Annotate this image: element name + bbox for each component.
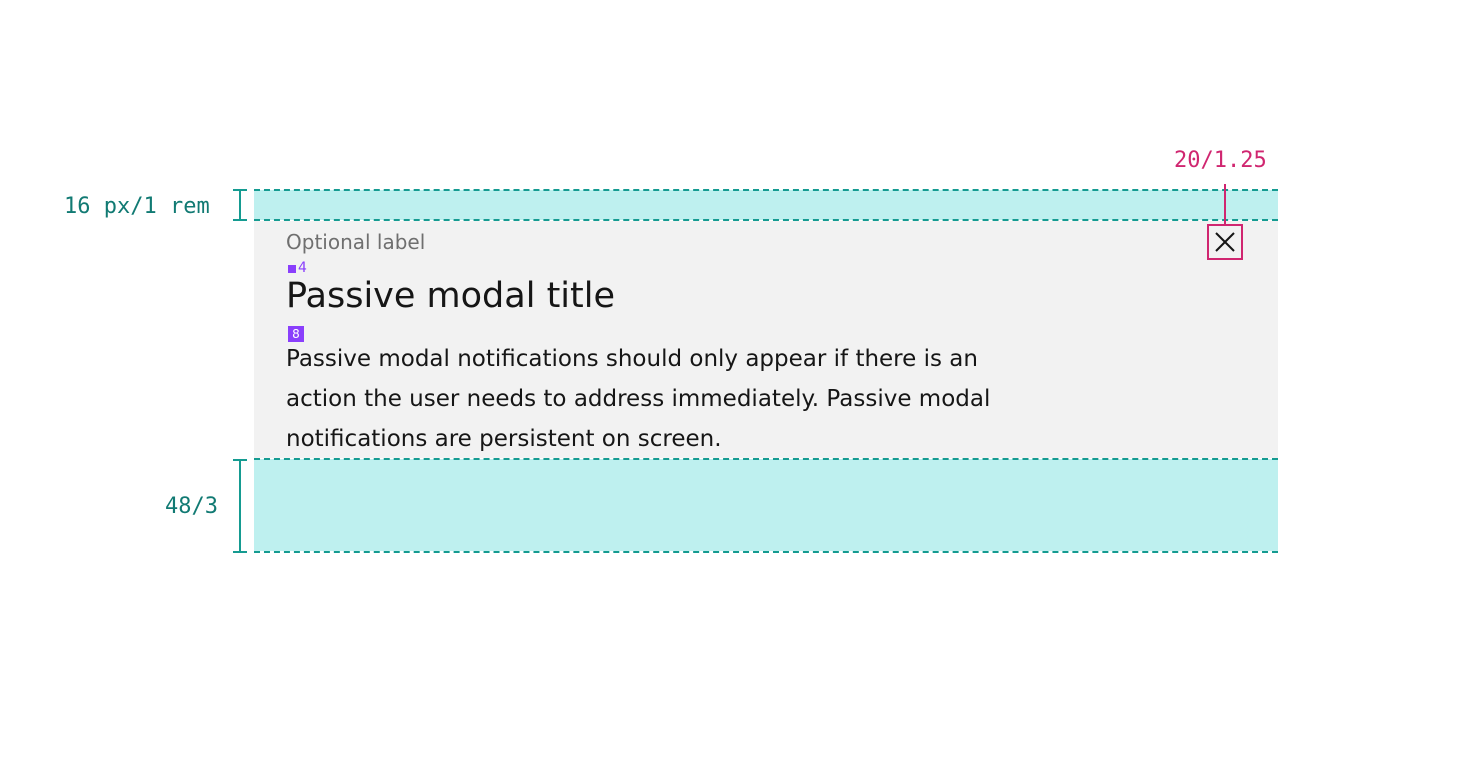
close-button[interactable] bbox=[1207, 224, 1243, 260]
top-guide-line bbox=[254, 189, 1278, 191]
top-padding-annotation: 16 px/1 rem bbox=[64, 194, 210, 219]
top-padding-band bbox=[254, 190, 1278, 220]
close-icon bbox=[1215, 232, 1235, 252]
bottom-padding-band bbox=[254, 459, 1278, 551]
modal-label: Optional label bbox=[286, 230, 426, 254]
top-padding-bracket bbox=[233, 189, 247, 221]
spacing-token-marker-4 bbox=[288, 265, 296, 273]
close-size-annotation: 20/1.25 bbox=[1174, 148, 1267, 173]
modal-body: Passive modal notifications should only … bbox=[286, 346, 991, 452]
bottom-padding-bracket bbox=[233, 459, 247, 553]
bottom-padding-annotation: 48/3 bbox=[165, 494, 218, 519]
bottom-guide-line bbox=[254, 551, 1278, 553]
spacing-token-4: 4 bbox=[298, 260, 307, 276]
modal-title: Passive modal title bbox=[286, 276, 615, 316]
close-size-leader-line bbox=[1224, 184, 1226, 224]
